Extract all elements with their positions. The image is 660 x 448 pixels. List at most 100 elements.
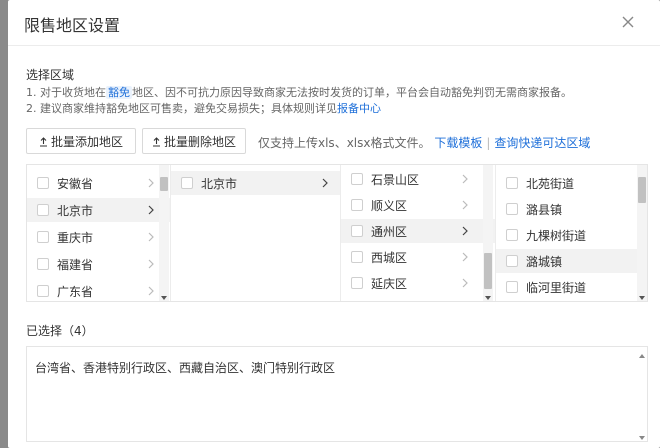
chevron-right-icon (461, 199, 469, 211)
scroll-down-arrow-icon[interactable] (638, 431, 646, 440)
street-column: 北苑街道潞县镇九棵树街道潞城镇临河里街道 (496, 165, 647, 301)
city-item[interactable]: 北京市 (171, 171, 340, 195)
region-cascader: 安徽省 北京市 重庆市 福建省 广东省 北京市 石景山区 顺义区 通州区 西城区 延庆区 北苑街… (26, 164, 648, 302)
district-item[interactable]: 延庆区 (341, 271, 495, 295)
upload-hint: 仅支持上传xls、xlsx格式文件。 下载模板 | 查询快递可达区域 (258, 134, 590, 151)
checkbox[interactable] (506, 177, 518, 189)
province-item[interactable]: 北京市 (27, 198, 170, 222)
province-item[interactable]: 广东省 (27, 279, 170, 301)
checkbox[interactable] (351, 251, 363, 263)
city-column: 北京市 (171, 165, 341, 301)
district-item-label: 通州区 (371, 224, 408, 239)
checkbox[interactable] (506, 203, 518, 215)
checkbox[interactable] (351, 277, 363, 289)
batch-delete-label: 批量删除地区 (163, 134, 236, 149)
support-format-text: 仅支持上传xls、xlsx格式文件。 (258, 136, 431, 150)
scroll-thumb[interactable] (160, 177, 168, 191)
province-item-label: 安徽省 (57, 176, 94, 191)
district-item-label: 西城区 (371, 250, 408, 265)
scroll-down-arrow-icon[interactable] (160, 291, 168, 300)
province-item-label: 重庆市 (57, 230, 94, 245)
query-reach-area-link[interactable]: 查询快递可达区域 (494, 136, 590, 150)
district-item[interactable]: 西城区 (341, 245, 495, 269)
street-item-label: 九棵树街道 (526, 228, 587, 243)
dialog-title: 限售地区设置 (24, 16, 121, 35)
checkbox[interactable] (181, 177, 193, 189)
checkbox[interactable] (506, 255, 518, 267)
batch-add-region-button[interactable]: 批量添加地区 (26, 128, 136, 154)
scroll-thumb[interactable] (484, 253, 492, 289)
province-item[interactable]: 重庆市 (27, 225, 170, 249)
chevron-right-icon (147, 231, 155, 243)
batch-add-label: 批量添加地区 (50, 134, 123, 149)
selected-box-scrollbar[interactable] (637, 347, 647, 441)
checkbox[interactable] (37, 285, 49, 297)
select-region-label: 选择区域 (26, 68, 75, 82)
street-item[interactable]: 潞县镇 (496, 197, 647, 221)
province-item-label: 北京市 (57, 203, 94, 218)
street-item[interactable]: 临河里街道 (496, 275, 647, 299)
district-item[interactable]: 通州区 (341, 219, 495, 243)
link-divider: | (486, 136, 491, 150)
chevron-right-icon (321, 177, 329, 189)
province-scrollbar[interactable] (159, 165, 169, 301)
checkbox[interactable] (351, 199, 363, 211)
close-icon[interactable] (618, 12, 638, 32)
selected-regions-box: 台湾省、香港特别行政区、西藏自治区、澳门特别行政区 (26, 346, 648, 442)
province-column: 安徽省北京市重庆市福建省广东省 (27, 165, 171, 301)
province-item-label: 广东省 (57, 284, 94, 299)
checkbox[interactable] (351, 173, 363, 185)
street-item[interactable]: 潞城镇 (496, 249, 647, 273)
tip-line-2: 2. 建议商家维持豁免地区可售卖，避免交易损失；具体规则详见报备中心 (26, 100, 381, 116)
selected-regions-text: 台湾省、香港特别行政区、西藏自治区、澳门特别行政区 (35, 361, 336, 375)
street-item-label: 潞城镇 (526, 254, 563, 269)
street-item-label: 潞县镇 (526, 202, 563, 217)
street-item-label: 临河里街道 (526, 280, 587, 295)
district-column: 石景山区顺义区通州区西城区延庆区 (341, 165, 496, 301)
district-item[interactable]: 顺义区 (341, 193, 495, 217)
scroll-down-arrow-icon[interactable] (484, 291, 492, 300)
upload-icon (39, 136, 48, 147)
dialog-header: 限售地区设置 (8, 0, 660, 46)
tip-line-1: 1. 对于收货地在 豁免 地区、因不可抗力原因导致商家无法按时发货的订单，平台会自动… (26, 84, 572, 100)
scroll-up-arrow-icon[interactable] (638, 349, 646, 358)
province-item[interactable]: 安徽省 (27, 171, 170, 195)
checkbox[interactable] (37, 177, 49, 189)
province-item[interactable]: 福建省 (27, 252, 170, 276)
street-scrollbar[interactable] (637, 165, 647, 301)
district-item[interactable]: 石景山区 (341, 167, 495, 191)
district-item-label: 石景山区 (371, 172, 420, 187)
street-item-label: 北苑街道 (526, 176, 575, 191)
chevron-right-icon (461, 225, 469, 237)
tip1-suffix: 地区、因不可抗力原因导致商家无法按时发货的订单，平台会自动豁免判罚无需商家报备。 (132, 86, 572, 99)
district-scrollbar[interactable] (483, 165, 493, 301)
checkbox[interactable] (37, 258, 49, 270)
checkbox[interactable] (506, 281, 518, 293)
chevron-right-icon (461, 277, 469, 289)
checkbox[interactable] (506, 229, 518, 241)
checkbox[interactable] (37, 204, 49, 216)
upload-icon (152, 136, 161, 147)
district-item-label: 顺义区 (371, 198, 408, 213)
selected-count-label: 已选择（4） (26, 324, 94, 338)
scroll-thumb[interactable] (638, 177, 646, 203)
street-item[interactable]: 北苑街道 (496, 171, 647, 195)
exempt-tag: 豁免 (106, 86, 132, 99)
city-item-label: 北京市 (201, 176, 238, 191)
province-item-label: 福建省 (57, 257, 94, 272)
scroll-down-arrow-icon[interactable] (638, 291, 646, 300)
region-restriction-dialog: 限售地区设置 选择区域 1. 对于收货地在 豁免 地区、因不可抗力原因导致商家无法按… (8, 0, 660, 448)
checkbox[interactable] (351, 225, 363, 237)
tip2-prefix: 2. 建议商家维持豁免地区可售卖，避免交易损失；具体规则详见 (26, 102, 337, 115)
report-center-link[interactable]: 报备中心 (337, 102, 381, 115)
chevron-right-icon (147, 177, 155, 189)
chevron-right-icon (147, 204, 155, 216)
chevron-right-icon (461, 251, 469, 263)
download-template-link[interactable]: 下载模板 (434, 136, 482, 150)
chevron-right-icon (147, 258, 155, 270)
chevron-right-icon (147, 285, 155, 297)
street-item[interactable]: 九棵树街道 (496, 223, 647, 247)
chevron-right-icon (461, 173, 469, 185)
checkbox[interactable] (37, 231, 49, 243)
batch-delete-region-button[interactable]: 批量删除地区 (142, 128, 246, 154)
